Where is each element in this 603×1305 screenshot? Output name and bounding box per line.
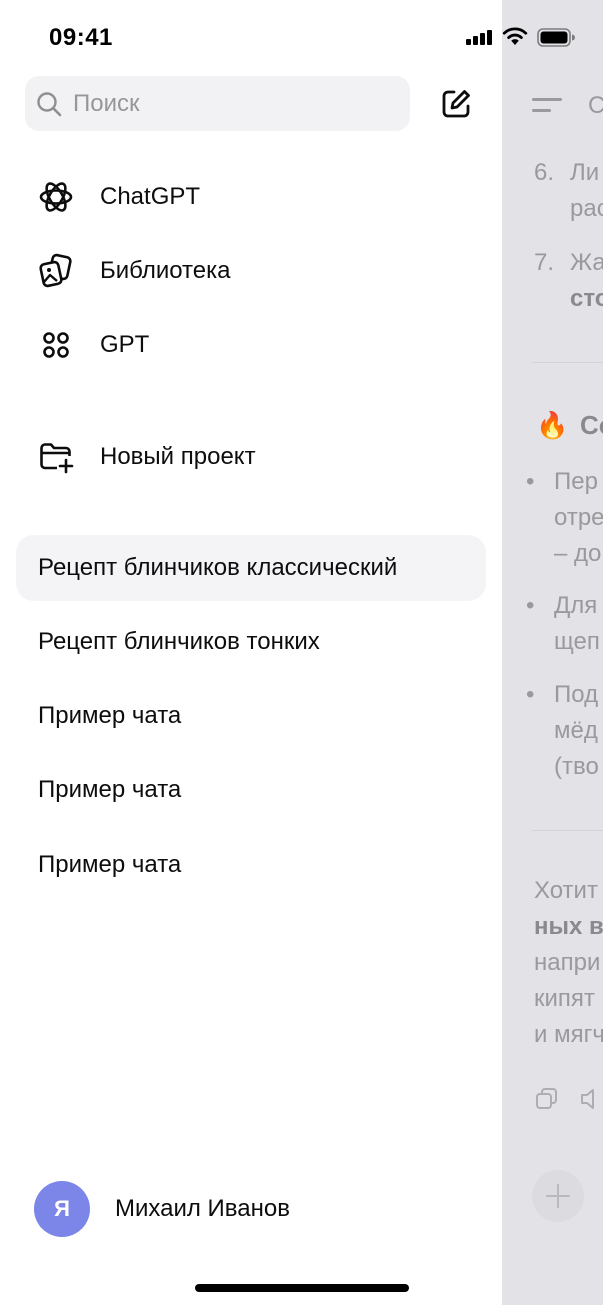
chat-history-item[interactable]: Пример чата — [16, 832, 486, 898]
chat-history-label: Рецепт блинчиков тонких — [38, 628, 320, 655]
sidebar-item-library[interactable]: Библиотека — [36, 249, 231, 293]
search-placeholder: Поиск — [73, 89, 140, 117]
chat-history-label: Пример чата — [38, 702, 182, 729]
list-number: 6. — [534, 159, 555, 186]
chat-text-line: и мягч — [534, 1021, 603, 1048]
chat-history-label: Пример чата — [38, 776, 182, 803]
cellular-signal-icon — [466, 29, 494, 45]
bullet: • — [526, 468, 535, 495]
sidebar-item-gpt[interactable]: GPT — [36, 323, 149, 367]
chat-text-line: ных в — [534, 913, 603, 940]
sidebar-item-label: GPT — [100, 331, 150, 358]
chat-text-line: щеп — [554, 628, 600, 655]
chat-text-line: Под — [554, 681, 599, 708]
chat-history-label: Рецепт блинчиков классический — [38, 554, 398, 581]
chat-history-item-active[interactable]: Рецепт блинчиков классический — [16, 535, 486, 601]
chat-title-fragment: С — [588, 92, 603, 119]
copy-icon[interactable] — [534, 1086, 560, 1112]
gpts-grid-icon — [36, 325, 76, 365]
wifi-icon — [502, 27, 528, 45]
speaker-icon[interactable] — [578, 1086, 603, 1112]
fire-emoji-icon: 🔥 — [536, 410, 569, 440]
chat-history-item[interactable]: Рецепт блинчиков тонких — [16, 609, 486, 675]
library-icon — [36, 251, 76, 291]
background-chat-panel[interactable]: С 6. Ли рас 7. Жа сто 🔥 Со • Пер отре – … — [502, 0, 603, 1305]
user-name: Михаил Иванов — [115, 1195, 290, 1222]
chat-text-line: (тво — [554, 753, 599, 780]
chat-text-line: Хотит — [534, 877, 598, 904]
search-icon — [37, 91, 62, 116]
home-indicator — [195, 1284, 409, 1292]
openai-logo-icon — [36, 177, 76, 217]
chat-text-line: Жа — [570, 249, 603, 276]
search-input[interactable]: Поиск — [25, 76, 410, 131]
status-bar: 09:41 — [0, 0, 603, 70]
sidebar: Поиск ChatGPT Библиотека GPT Новый проек… — [0, 0, 502, 1305]
chat-text-line: напри — [534, 949, 601, 976]
section-heading: Со — [580, 410, 603, 440]
new-project-button[interactable]: Новый проект — [36, 435, 256, 479]
folder-plus-icon — [36, 437, 76, 477]
chat-text-line: сто — [570, 285, 603, 312]
chat-text-line: Ли — [570, 159, 600, 186]
divider — [532, 830, 603, 831]
new-project-label: Новый проект — [100, 443, 256, 470]
chat-text-line: отре — [554, 504, 603, 531]
chat-text-line: мёд — [554, 717, 598, 744]
menu-icon — [532, 95, 562, 117]
chat-text-line: Для — [554, 592, 598, 619]
bullet: • — [526, 681, 535, 708]
sidebar-item-chatgpt[interactable]: ChatGPT — [36, 175, 200, 219]
chat-text-line: – до — [554, 540, 602, 567]
chat-history-item[interactable]: Пример чата — [16, 757, 486, 823]
list-number: 7. — [534, 249, 555, 276]
avatar: Я — [34, 1181, 90, 1237]
new-chat-compose-icon[interactable] — [438, 86, 474, 122]
divider — [532, 362, 603, 363]
status-time: 09:41 — [49, 24, 113, 51]
battery-icon — [537, 28, 575, 47]
plus-button[interactable] — [532, 1170, 584, 1222]
chat-text-line: рас — [570, 195, 603, 222]
chat-text-line: Пер — [554, 468, 598, 495]
sidebar-item-label: ChatGPT — [100, 183, 201, 210]
bullet: • — [526, 592, 535, 619]
chat-history-item[interactable]: Пример чата — [16, 683, 486, 749]
chat-history-label: Пример чата — [38, 851, 182, 878]
sidebar-item-label: Библиотека — [100, 257, 231, 284]
user-profile-button[interactable]: Я Михаил Иванов — [34, 1181, 290, 1237]
chat-text-line: кипят — [534, 985, 595, 1012]
